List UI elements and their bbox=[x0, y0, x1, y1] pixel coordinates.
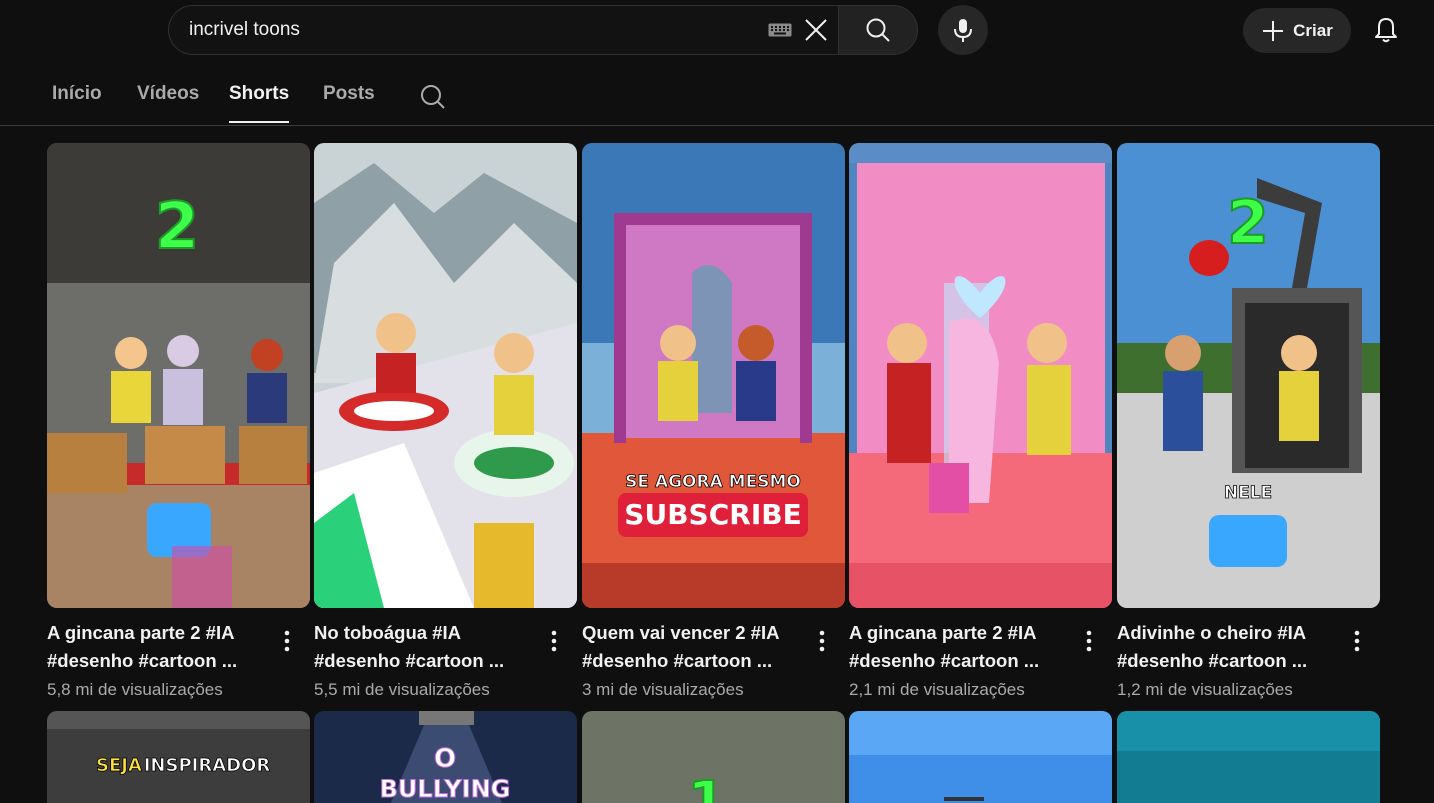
plus-icon bbox=[1263, 20, 1284, 41]
short-thumbnail[interactable]: SE AGORA MESMO SUBSCRIBE bbox=[582, 143, 845, 608]
tab-videos[interactable]: Vídeos bbox=[137, 83, 199, 105]
thumbnail-badge: 2 bbox=[1227, 188, 1269, 258]
short-thumbnail[interactable]: 2 NELE bbox=[1117, 143, 1380, 608]
view-count: 5,5 mi de visualizações bbox=[314, 680, 490, 699]
create-label: Criar bbox=[1293, 20, 1333, 40]
channel-tabs: Início Vídeos Shorts Posts bbox=[0, 66, 1434, 126]
search-input[interactable]: incrivel toons bbox=[189, 19, 768, 41]
short-thumbnail[interactable] bbox=[849, 143, 1112, 608]
keyboard-icon[interactable] bbox=[768, 23, 792, 37]
thumbnail-overlay-text: SE AGORA MESMO bbox=[625, 472, 801, 492]
search-button[interactable] bbox=[838, 5, 918, 55]
thumbnail-overlay-text: O bbox=[434, 744, 456, 774]
short-thumbnail[interactable]: O BULLYING bbox=[314, 711, 577, 803]
more-vert-icon bbox=[551, 630, 557, 652]
clear-search-icon[interactable] bbox=[802, 16, 830, 44]
tab-posts[interactable]: Posts bbox=[323, 83, 375, 105]
short-thumbnail[interactable]: 2 bbox=[47, 143, 310, 608]
view-count: 2,1 mi de visualizações bbox=[849, 680, 1025, 699]
more-options-button[interactable] bbox=[1345, 627, 1369, 655]
microphone-icon bbox=[954, 19, 972, 42]
more-vert-icon bbox=[1354, 630, 1360, 652]
short-title[interactable]: No toboágua #IA #desenho #cartoon ... bbox=[314, 619, 536, 675]
short-title[interactable]: A gincana parte 2 #IA #desenho #cartoon … bbox=[849, 619, 1071, 675]
thumbnail-badge: 1 bbox=[688, 770, 727, 803]
short-thumbnail[interactable] bbox=[314, 143, 577, 608]
voice-search-button[interactable] bbox=[938, 5, 988, 55]
more-options-button[interactable] bbox=[542, 627, 566, 655]
short-thumbnail[interactable]: 1 bbox=[582, 711, 845, 803]
more-options-button[interactable] bbox=[275, 627, 299, 655]
short-thumbnail[interactable] bbox=[1117, 711, 1380, 803]
thumbnail-overlay-text: INSPIRADOR bbox=[144, 755, 271, 776]
more-vert-icon bbox=[819, 630, 825, 652]
tab-inicio[interactable]: Início bbox=[52, 83, 102, 105]
search-box[interactable]: incrivel toons bbox=[168, 5, 838, 55]
short-thumbnail[interactable]: SEJA INSPIRADOR bbox=[47, 711, 310, 803]
more-vert-icon bbox=[284, 630, 290, 652]
tab-shorts[interactable]: Shorts bbox=[229, 83, 290, 123]
thumbnail-overlay-text: BULLYING bbox=[380, 775, 511, 803]
thumbnail-badge: 2 bbox=[155, 190, 200, 258]
more-options-button[interactable] bbox=[810, 627, 834, 655]
thumbnail-overlay-text: NELE bbox=[1224, 483, 1272, 503]
short-title[interactable]: Adivinhe o cheiro #IA #desenho #cartoon … bbox=[1117, 619, 1339, 675]
short-title[interactable]: Quem vai vencer 2 #IA #desenho #cartoon … bbox=[582, 619, 804, 675]
notifications-button[interactable] bbox=[1366, 10, 1406, 50]
create-button[interactable]: Criar bbox=[1243, 8, 1351, 53]
more-options-button[interactable] bbox=[1077, 627, 1101, 655]
short-title[interactable]: A gincana parte 2 #IA #desenho #cartoon … bbox=[47, 619, 269, 675]
thumbnail-overlay-text: SEJA bbox=[96, 755, 142, 776]
channel-search-icon[interactable] bbox=[419, 83, 447, 111]
subscribe-overlay-text: SUBSCRIBE bbox=[624, 498, 801, 531]
short-thumbnail[interactable] bbox=[849, 711, 1112, 803]
view-count: 1,2 mi de visualizações bbox=[1117, 680, 1293, 699]
view-count: 5,8 mi de visualizações bbox=[47, 680, 223, 699]
search-icon bbox=[866, 18, 890, 42]
bell-icon bbox=[1375, 18, 1397, 43]
more-vert-icon bbox=[1086, 630, 1092, 652]
view-count: 3 mi de visualizações bbox=[582, 680, 744, 699]
